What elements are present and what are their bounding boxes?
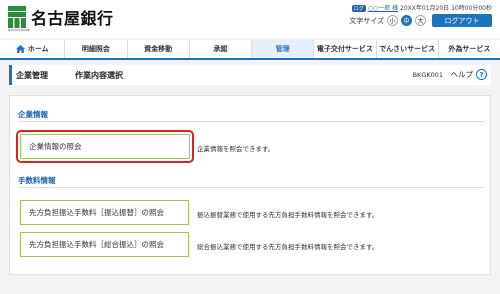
nav-item-approval[interactable]: 承認	[190, 40, 253, 58]
logout-button[interactable]: ログアウト	[432, 14, 492, 27]
nav-item-label: ホーム	[27, 45, 49, 53]
section-divider	[18, 121, 484, 122]
section-heading-fee-info: 手数料情報	[18, 176, 56, 185]
title-bar: 企業管理 作業内容選択 BKGK001 ヘルプ ?	[9, 65, 491, 85]
section-heading-company-info: 企業情報	[18, 110, 48, 119]
transfer-fee-inquiry-button[interactable]: 先方負担振込手数料［振込振替］の照会	[20, 200, 189, 225]
nav-item-home[interactable]: ホーム	[0, 40, 66, 58]
user-name-link[interactable]: ○○一郎 様	[368, 5, 398, 12]
font-size-large-button[interactable]: 大	[415, 15, 426, 26]
bank-name: 名古屋銀行	[31, 9, 114, 28]
screen-id: BKGK001	[412, 71, 443, 79]
page-subtitle: 作業内容選択	[75, 71, 123, 80]
nav-item-densai[interactable]: でんさいサービス	[377, 40, 439, 58]
bank-name-sub: NAGOYA BANK	[8, 28, 30, 32]
nav-item-e-delivery[interactable]: 電子交付サービス	[314, 40, 377, 58]
font-size-control: 文字サイズ 小 中 大	[349, 15, 426, 26]
home-icon	[15, 45, 25, 53]
user-badge: ログ	[351, 5, 366, 12]
menu-description: 振込振替業務で使用する先方負担手数料情報を照会できます。	[197, 211, 379, 219]
font-size-small-button[interactable]: 小	[387, 15, 398, 26]
user-info: ログ ○○一郎 様 20XX年01月20日 10時00分00秒	[351, 3, 492, 12]
nav-item-management[interactable]: 管理	[252, 40, 315, 58]
company-info-inquiry-button[interactable]: 企業情報の照会	[16, 130, 194, 163]
font-size-medium-button[interactable]: 中	[401, 15, 412, 26]
content-panel: 企業情報 企業情報の照会 企業情報を照会できます。 手数料情報 先方負担振込手数…	[9, 95, 491, 275]
menu-description: 総合振込業務で使用する先方負担手数料情報を照会できます。	[197, 243, 379, 251]
bulk-transfer-fee-inquiry-button[interactable]: 先方負担振込手数料［総合振込］の照会	[20, 232, 189, 257]
nav-item-forex[interactable]: 外為サービス	[439, 40, 500, 58]
login-time: 20XX年01月20日 10時00分00秒	[398, 5, 492, 12]
section-divider	[18, 187, 484, 188]
bank-logo-icon	[8, 6, 26, 28]
font-size-label: 文字サイズ	[349, 16, 384, 25]
help-icon: ?	[476, 69, 487, 80]
header: 名古屋銀行 NAGOYA BANK ログ ○○一郎 様 20XX年01月20日 1…	[0, 0, 500, 38]
help-label: ヘルプ	[450, 70, 474, 79]
nav-item-statement[interactable]: 明細照会	[65, 40, 128, 58]
nav-item-transfer[interactable]: 資金移動	[128, 40, 190, 58]
page-title: 企業管理	[16, 71, 48, 80]
menu-description: 企業情報を照会できます。	[197, 145, 275, 153]
help-link[interactable]: ヘルプ ?	[450, 69, 487, 80]
main-nav: ホーム 明細照会 資金移動 承認 管理 電子交付サービス でんさいサービス 外為…	[0, 40, 500, 60]
